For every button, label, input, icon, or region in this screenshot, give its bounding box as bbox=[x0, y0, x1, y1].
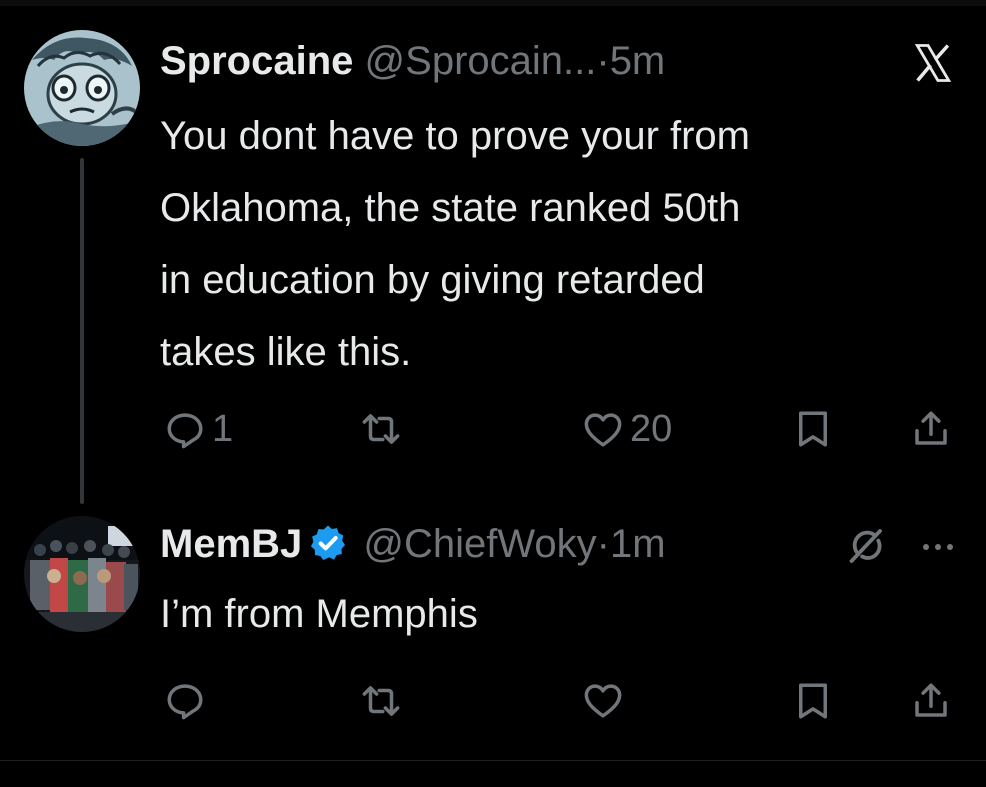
share-button[interactable] bbox=[910, 680, 952, 722]
tweet-text-line: I’m from Memphis bbox=[160, 592, 478, 636]
bottom-divider bbox=[0, 760, 986, 761]
tweet-text-line: in education by giving retarded bbox=[160, 258, 705, 302]
tweet-text-line: takes like this. bbox=[160, 330, 412, 374]
separator-dot: · bbox=[596, 39, 610, 83]
reply-icon bbox=[167, 412, 203, 448]
reply-icon bbox=[167, 684, 203, 720]
like-button[interactable]: 20 bbox=[582, 408, 672, 451]
timestamp[interactable]: 5m bbox=[610, 39, 666, 83]
display-name[interactable]: Sprocaine bbox=[160, 39, 353, 83]
grok-icon[interactable] bbox=[846, 527, 884, 565]
tweet-header: MemBJ @ChiefWoky·1m bbox=[160, 520, 666, 568]
share-button[interactable] bbox=[910, 408, 952, 450]
tweet-text-line: You dont have to prove your from bbox=[160, 114, 750, 158]
timestamp[interactable]: 1m bbox=[610, 522, 666, 566]
bookmark-button[interactable] bbox=[792, 408, 834, 450]
retweet-button[interactable] bbox=[360, 408, 408, 450]
tweet-text: You dont have to prove your from Oklahom… bbox=[160, 100, 750, 388]
like-count: 20 bbox=[630, 408, 673, 450]
bookmark-button[interactable] bbox=[792, 680, 834, 722]
share-icon bbox=[915, 411, 947, 445]
cartoon-avatar-icon bbox=[24, 30, 140, 146]
display-name[interactable]: MemBJ bbox=[160, 522, 302, 566]
bookmark-icon bbox=[799, 683, 827, 719]
more-dots-icon[interactable] bbox=[918, 540, 958, 554]
heart-icon bbox=[584, 684, 622, 718]
thread-connector-line bbox=[80, 158, 84, 504]
retweet-button[interactable] bbox=[360, 680, 408, 722]
separator-dot: · bbox=[596, 522, 610, 566]
retweet-icon bbox=[362, 414, 400, 444]
group-photo-avatar-icon bbox=[24, 516, 140, 632]
heart-icon bbox=[584, 412, 622, 447]
retweet-icon bbox=[362, 686, 400, 716]
reply-button[interactable] bbox=[164, 680, 212, 722]
tweet-1[interactable]: Sprocaine @Sprocain...·5m You dont have … bbox=[0, 0, 986, 504]
reply-button[interactable]: 1 bbox=[164, 408, 233, 451]
avatar-sprocaine[interactable] bbox=[24, 30, 140, 146]
bookmark-icon bbox=[799, 411, 827, 447]
avatar-membj[interactable] bbox=[24, 516, 140, 632]
verified-badge-icon bbox=[311, 525, 346, 560]
x-logo-icon[interactable] bbox=[912, 42, 954, 84]
user-handle[interactable]: @ChiefWoky bbox=[363, 522, 596, 566]
like-button[interactable] bbox=[582, 680, 630, 722]
tweet-text: I’m from Memphis bbox=[160, 578, 478, 650]
tweet-text-line: Oklahoma, the state ranked 50th bbox=[160, 186, 741, 230]
user-handle[interactable]: @Sprocain... bbox=[365, 39, 597, 83]
share-icon bbox=[915, 683, 947, 717]
tweet-header: Sprocaine @Sprocain...·5m bbox=[160, 37, 665, 85]
reply-count: 1 bbox=[212, 408, 234, 450]
